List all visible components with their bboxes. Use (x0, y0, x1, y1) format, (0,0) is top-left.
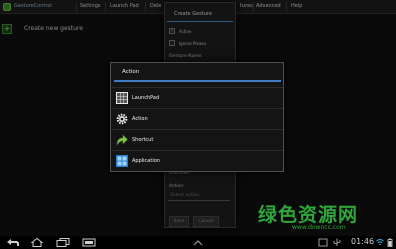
action-dialog-title: Action (122, 69, 140, 75)
action-chooser-dialog: Action LaunchPad Action Shortcut Applica… (110, 62, 284, 172)
item-label: Application (132, 158, 160, 164)
watermark-url: www.downcc.com (292, 224, 346, 231)
apps-icon (116, 155, 128, 167)
usb-icon (333, 238, 341, 246)
list-item-application[interactable]: Application (112, 150, 283, 170)
chevron-up-icon[interactable] (192, 238, 204, 247)
list-item-launchpad[interactable]: LaunchPad (112, 87, 283, 107)
item-label: Shortcut (132, 137, 154, 143)
list-item-action[interactable]: Action (112, 108, 283, 128)
watermark-text: 绿色资源网 (258, 204, 359, 226)
back-icon[interactable] (6, 238, 20, 247)
home-icon[interactable] (30, 238, 44, 247)
gear-icon (116, 113, 128, 125)
system-bar: 01:46 (0, 236, 396, 249)
dialog-title-divider (114, 80, 281, 82)
recent-apps-icon[interactable] (56, 238, 70, 247)
clock[interactable]: 01:46 (351, 237, 374, 246)
item-label: LaunchPad (132, 95, 160, 101)
battery-icon (387, 238, 393, 247)
shortcut-arrow-icon (116, 134, 128, 146)
item-label: Action (132, 116, 148, 122)
screenshot-icon[interactable] (82, 238, 96, 247)
grid-icon (116, 92, 128, 104)
notification-icon[interactable] (318, 238, 328, 247)
wifi-icon (376, 239, 384, 245)
list-item-shortcut[interactable]: Shortcut (112, 129, 283, 149)
